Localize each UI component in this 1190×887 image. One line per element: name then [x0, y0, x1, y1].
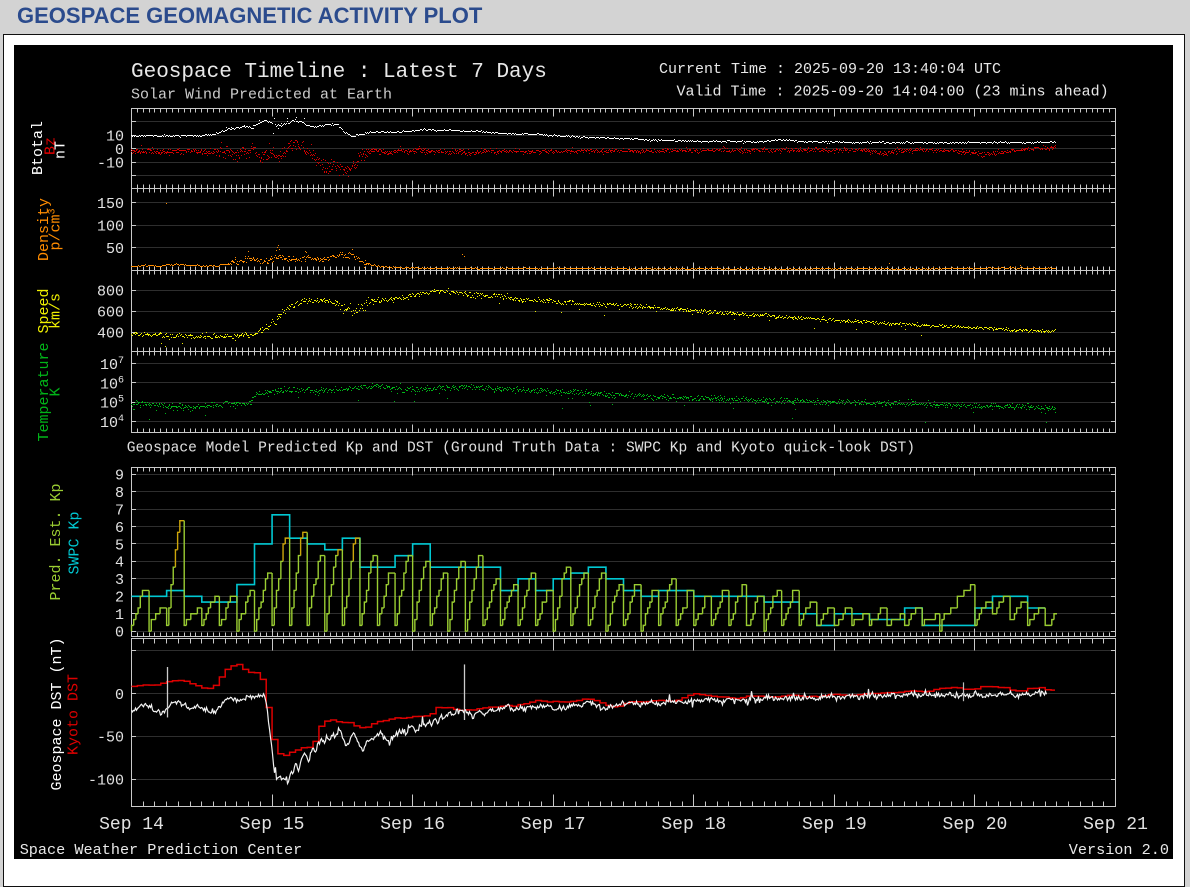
svg-text:Pred. Est. Kp: Pred. Est. Kp	[48, 483, 65, 600]
svg-text:0: 0	[115, 625, 124, 642]
svg-text:km/s: km/s	[47, 293, 64, 329]
svg-text:5: 5	[115, 537, 124, 554]
svg-text:Valid Time : 2025-09-20 14:04:: Valid Time : 2025-09-20 14:04:00 (23 min…	[677, 84, 1109, 101]
svg-text:50: 50	[106, 241, 124, 258]
svg-text:Sep 16: Sep 16	[380, 815, 445, 835]
svg-text:8: 8	[115, 485, 124, 502]
svg-text:Current Time : 2025-09-20 13:4: Current Time : 2025-09-20 13:40:04 UTC	[659, 61, 1001, 78]
svg-text:Geospace Timeline : Latest 7 D: Geospace Timeline : Latest 7 Days	[131, 61, 547, 84]
svg-text:7: 7	[115, 502, 124, 519]
svg-text:1: 1	[115, 607, 124, 624]
svg-text:Sep 19: Sep 19	[802, 815, 867, 835]
svg-text:K: K	[47, 387, 64, 396]
svg-text:Space Weather Prediction Cente: Space Weather Prediction Center	[20, 841, 303, 859]
svg-text:Solar Wind Predicted at Earth: Solar Wind Predicted at Earth	[131, 87, 392, 104]
svg-text:nT: nT	[52, 141, 69, 159]
svg-text:2: 2	[115, 590, 124, 607]
svg-text:9: 9	[115, 467, 124, 484]
svg-text:Sep 15: Sep 15	[240, 815, 305, 835]
svg-text:Sep 20: Sep 20	[943, 815, 1008, 835]
svg-text:6: 6	[115, 520, 124, 537]
svg-text:-50: -50	[97, 730, 124, 747]
svg-text:SWPC Kp: SWPC Kp	[66, 511, 83, 574]
svg-text:100: 100	[97, 219, 124, 236]
svg-text:4: 4	[115, 555, 124, 572]
svg-text:Sep 14: Sep 14	[99, 815, 164, 835]
svg-text:400: 400	[97, 325, 124, 342]
svg-text:-10: -10	[97, 156, 124, 173]
svg-text:p/cm3: p/cm3	[47, 208, 64, 250]
svg-text:Kyoto DST: Kyoto DST	[65, 674, 82, 755]
svg-text:800: 800	[97, 283, 124, 300]
svg-text:-100: -100	[88, 772, 124, 789]
svg-text:3: 3	[115, 572, 124, 589]
svg-text:Geospace DST (nT): Geospace DST (nT)	[49, 637, 66, 790]
svg-text:Version 2.0: Version 2.0	[1069, 841, 1169, 859]
svg-text:Sep 18: Sep 18	[661, 815, 726, 835]
svg-text:600: 600	[97, 304, 124, 321]
svg-text:150: 150	[97, 196, 124, 213]
svg-text:0: 0	[115, 687, 124, 704]
svg-text:Sep 21: Sep 21	[1083, 815, 1148, 835]
svg-text:Sep 17: Sep 17	[521, 815, 586, 835]
svg-text:Geospace Model Predicted Kp an: Geospace Model Predicted Kp and DST (Gro…	[127, 441, 915, 457]
